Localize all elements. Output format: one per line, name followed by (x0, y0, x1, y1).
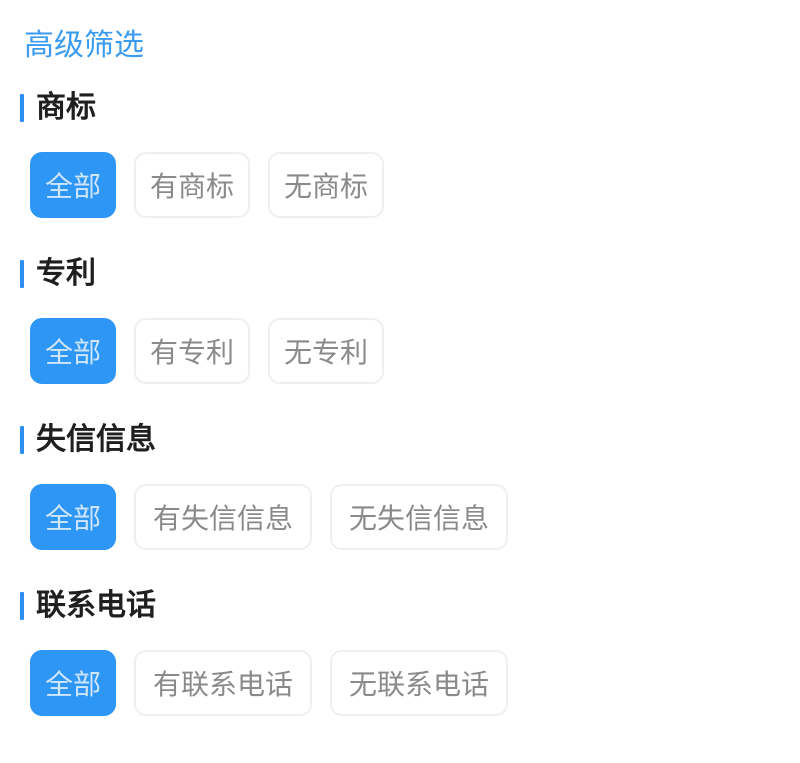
option-all-trademark[interactable]: 全部 (30, 152, 116, 218)
section-label: 专利 (36, 256, 96, 291)
option-group: 全部 有联系电话 无联系电话 (30, 650, 508, 716)
section-accent-bar (20, 260, 24, 288)
option-has-patent[interactable]: 有专利 (134, 318, 250, 384)
section-label: 联系电话 (36, 588, 156, 623)
section-accent-bar (20, 94, 24, 122)
section-label: 商标 (36, 90, 96, 125)
section-header: 商标 (20, 90, 96, 126)
option-group: 全部 有失信信息 无失信信息 (30, 484, 508, 550)
option-all-patent[interactable]: 全部 (30, 318, 116, 384)
panel-title: 高级筛选 (24, 28, 144, 63)
section-header: 联系电话 (20, 588, 156, 624)
option-group: 全部 有商标 无商标 (30, 152, 384, 218)
section-header: 专利 (20, 256, 96, 292)
section-accent-bar (20, 592, 24, 620)
option-has-phone[interactable]: 有联系电话 (134, 650, 312, 716)
option-has-dishonesty[interactable]: 有失信信息 (134, 484, 312, 550)
option-no-dishonesty[interactable]: 无失信信息 (330, 484, 508, 550)
option-no-trademark[interactable]: 无商标 (268, 152, 384, 218)
option-group: 全部 有专利 无专利 (30, 318, 384, 384)
option-has-trademark[interactable]: 有商标 (134, 152, 250, 218)
option-no-phone[interactable]: 无联系电话 (330, 650, 508, 716)
advanced-filter-panel: 高级筛选 商标 全部 有商标 无商标 专利 全部 有专利 无专利 失信信息 全部… (0, 0, 800, 763)
section-accent-bar (20, 426, 24, 454)
option-all-phone[interactable]: 全部 (30, 650, 116, 716)
section-label: 失信信息 (36, 422, 156, 457)
section-header: 失信信息 (20, 422, 156, 458)
option-no-patent[interactable]: 无专利 (268, 318, 384, 384)
option-all-dishonesty[interactable]: 全部 (30, 484, 116, 550)
